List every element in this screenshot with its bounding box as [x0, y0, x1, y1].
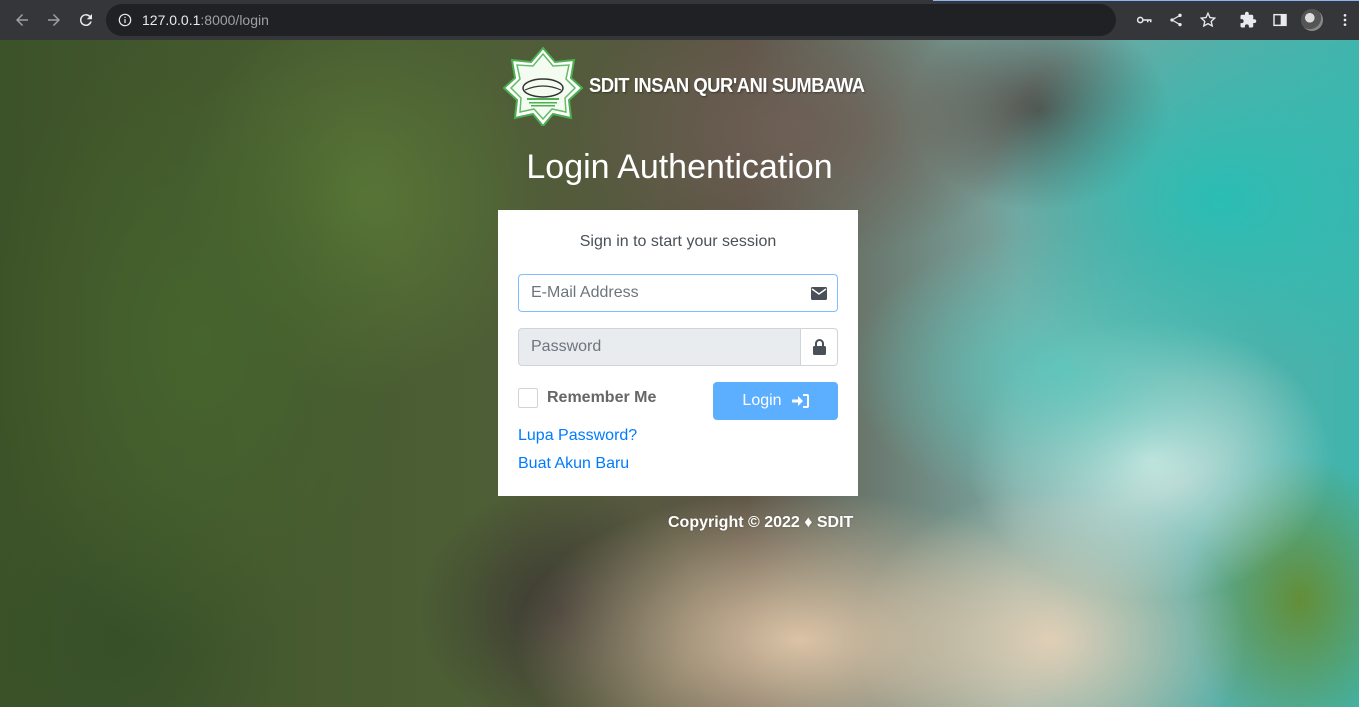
url-path: :8000/login — [200, 12, 269, 28]
envelope-icon — [800, 274, 838, 312]
key-icon[interactable] — [1134, 10, 1154, 30]
password-input-group — [518, 328, 838, 366]
login-page: SDIT INSAN QUR'ANI SUMBAWA Login Authent… — [0, 40, 1359, 707]
register-link[interactable]: Buat Akun Baru — [518, 455, 629, 473]
login-card: Sign in to start your session Remember M… — [498, 210, 858, 496]
school-name: SDIT INSAN QUR'ANI SUMBAWA — [589, 74, 865, 97]
remember-me-label: Remember Me — [547, 389, 657, 406]
url-host: 127.0.0.1 — [142, 12, 201, 28]
email-input-group — [518, 274, 838, 312]
browser-toolbar: 127.0.0.1:8000/login — [0, 0, 1359, 40]
login-button-label: Login — [742, 392, 782, 409]
reload-icon[interactable] — [74, 8, 98, 32]
site-info-icon[interactable] — [118, 13, 132, 27]
address-bar[interactable]: 127.0.0.1:8000/login — [106, 4, 1116, 36]
school-logo — [502, 46, 584, 128]
url-text: 127.0.0.1:8000/login — [142, 12, 269, 28]
bookmark-star-icon[interactable] — [1198, 10, 1218, 30]
login-subtitle: Sign in to start your session — [579, 233, 777, 250]
profile-avatar[interactable] — [1301, 9, 1323, 31]
email-input[interactable] — [518, 274, 800, 312]
sign-in-icon — [791, 394, 809, 408]
remember-me[interactable]: Remember Me — [518, 388, 656, 408]
back-icon[interactable] — [10, 8, 34, 32]
password-input[interactable] — [518, 328, 800, 366]
forgot-password-link[interactable]: Lupa Password? — [518, 427, 637, 445]
side-panel-icon[interactable] — [1270, 10, 1290, 30]
extensions-icon[interactable] — [1238, 10, 1258, 30]
login-button[interactable]: Login — [713, 382, 838, 420]
remember-me-checkbox[interactable] — [518, 388, 538, 408]
share-icon[interactable] — [1166, 10, 1186, 30]
browser-menu-icon[interactable] — [1335, 10, 1355, 30]
page-title: Login Authentication — [526, 148, 833, 186]
tab-strip-indicator — [933, 0, 1359, 1]
brand: SDIT INSAN QUR'ANI SUMBAWA — [502, 46, 889, 128]
copyright-footer: Copyright © 2022 ♦ SDIT — [668, 514, 854, 531]
lock-icon — [800, 328, 838, 366]
forward-icon[interactable] — [42, 8, 66, 32]
